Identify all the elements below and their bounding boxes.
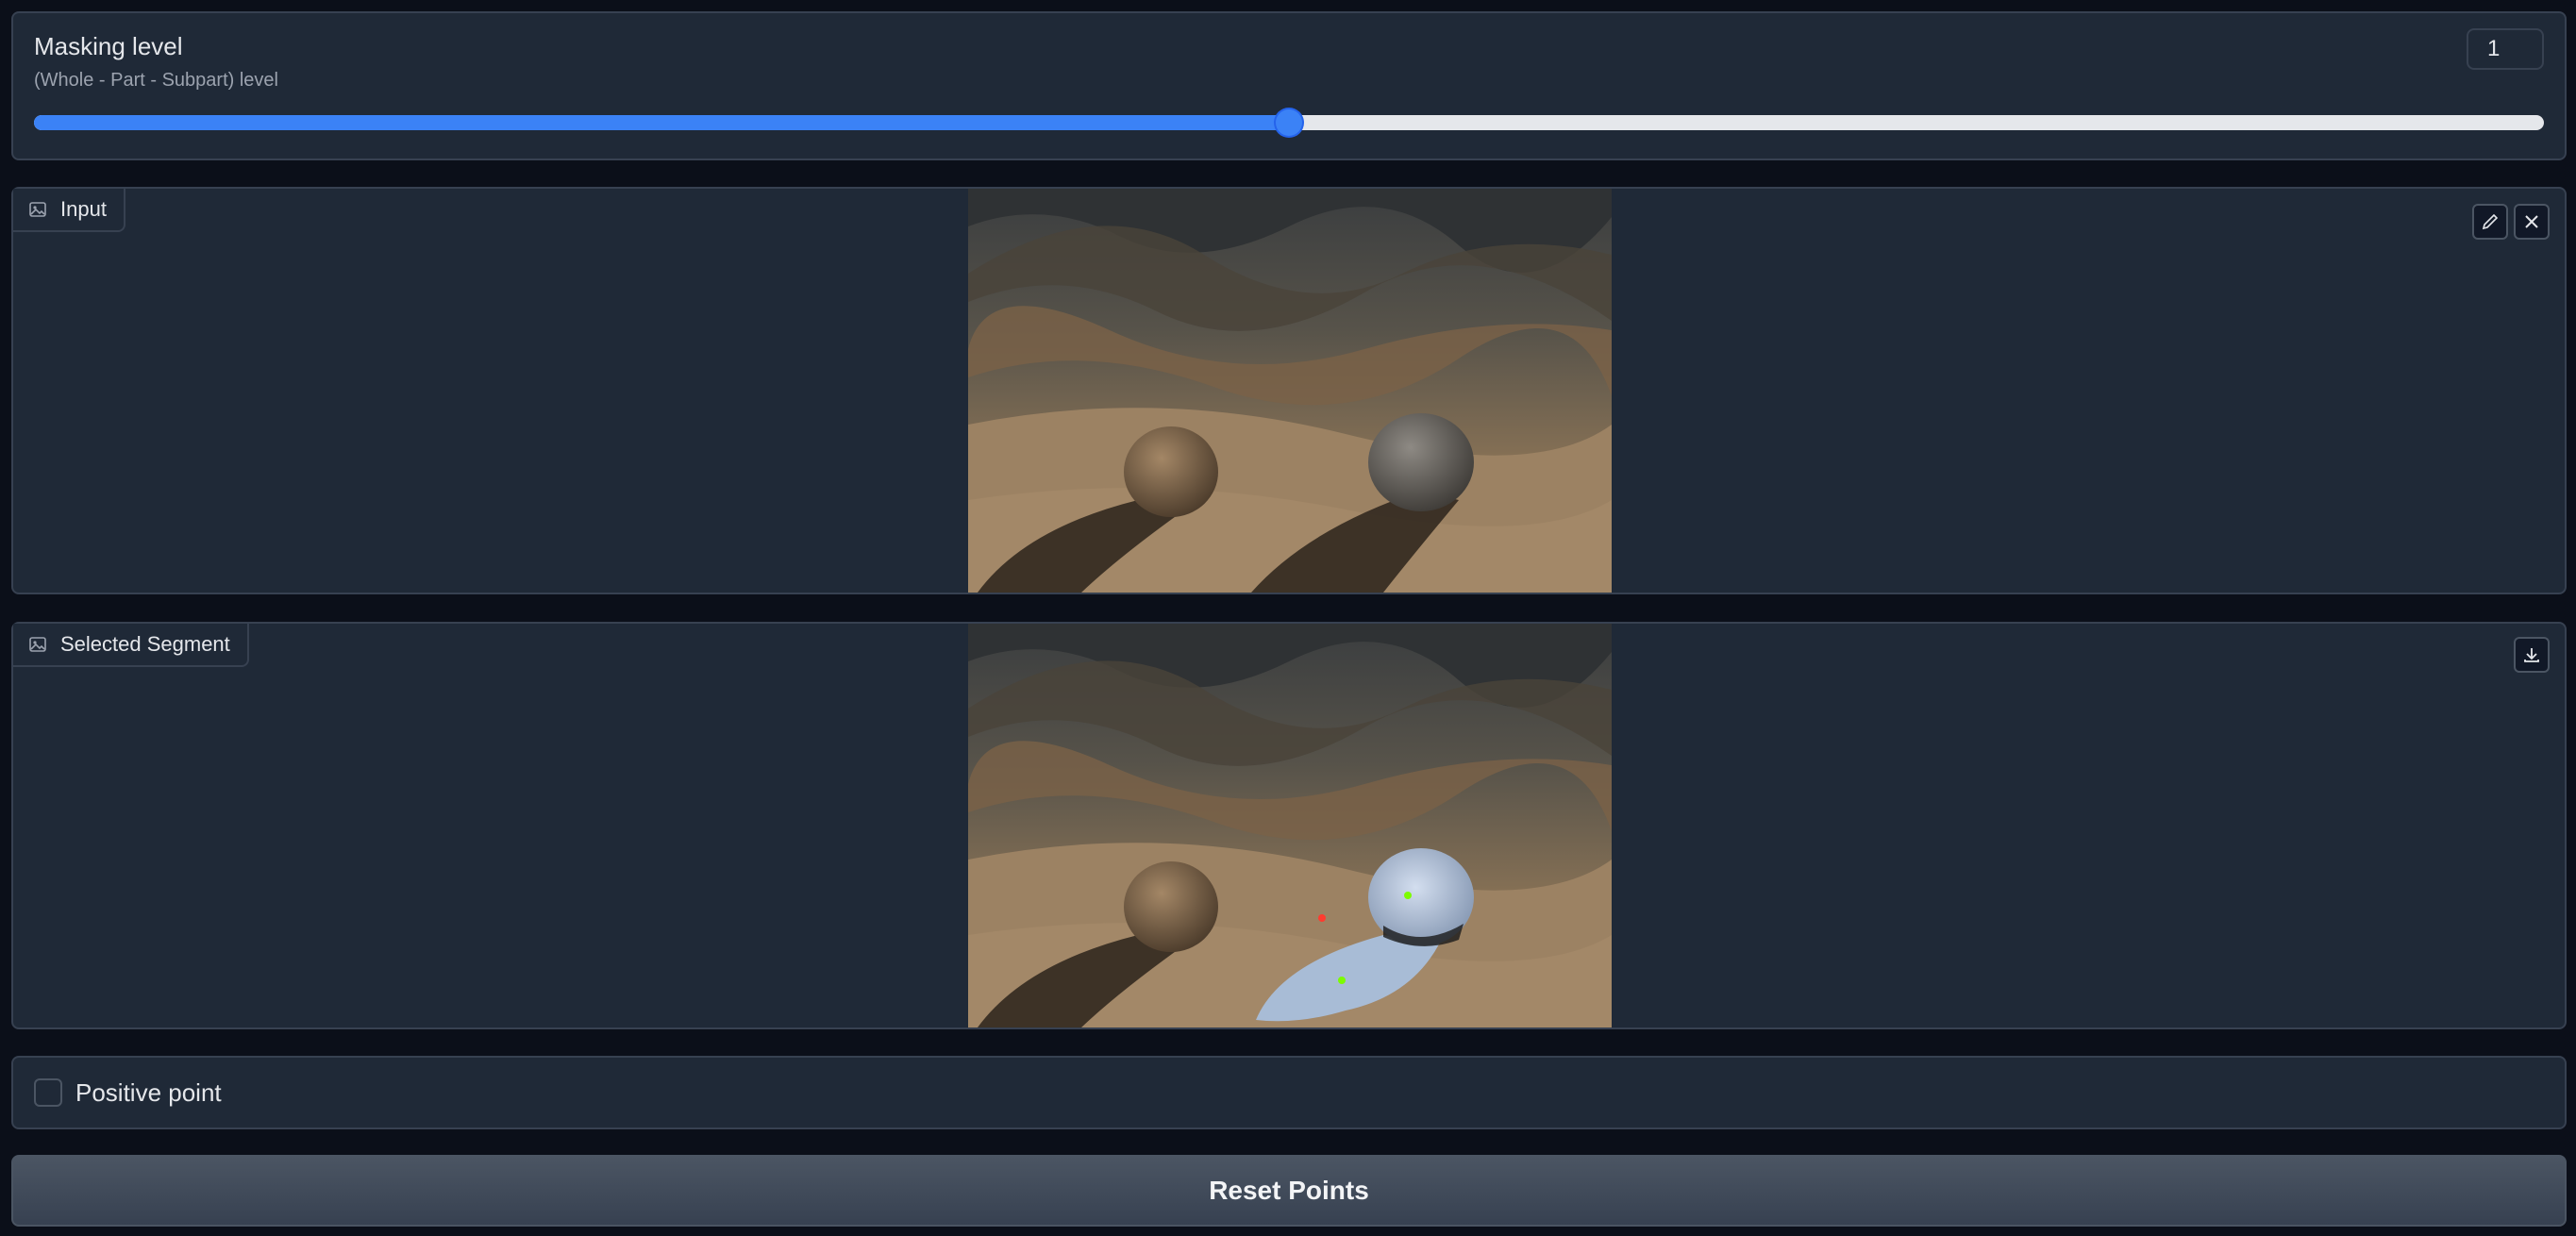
input-image-label-text: Input (60, 197, 107, 221)
edit-icon (2482, 213, 2499, 230)
slider-track-fill (34, 115, 1289, 130)
reset-points-button[interactable]: Reset Points (11, 1155, 2567, 1227)
input-image-panel: Input (11, 187, 2567, 594)
positive-point-marker (1338, 977, 1346, 984)
download-icon (2524, 648, 2539, 662)
positive-point-checkbox[interactable] (34, 1078, 62, 1107)
negative-point-marker (1318, 914, 1326, 922)
image-icon (29, 637, 46, 652)
segment-image-label-text: Selected Segment (60, 632, 230, 656)
slider-label: Masking level (34, 32, 183, 60)
slider-info: (Whole - Part - Subpart) level (34, 70, 278, 91)
positive-point-label: Positive point (75, 1078, 222, 1107)
positive-point-panel: Positive point (11, 1056, 2567, 1129)
close-icon (2525, 215, 2538, 228)
close-button[interactable] (2514, 204, 2550, 240)
input-scene-svg (968, 189, 1612, 593)
slider-value-input[interactable]: 1 (2467, 28, 2544, 70)
segment-image[interactable] (968, 624, 1612, 1027)
positive-point-marker (1404, 892, 1412, 899)
segment-image-label: Selected Segment (13, 624, 249, 667)
download-button[interactable] (2514, 637, 2550, 673)
masking-level-slider-panel: Masking level (Whole - Part - Subpart) l… (11, 11, 2567, 160)
input-image-label: Input (13, 189, 125, 232)
selected-segment-panel: Selected Segment (11, 622, 2567, 1029)
image-icon (29, 202, 46, 217)
slider-track[interactable] (34, 109, 2544, 136)
edit-button[interactable] (2472, 204, 2508, 240)
segment-scene-svg (968, 624, 1612, 1027)
slider-thumb[interactable] (1276, 109, 1302, 136)
input-image[interactable] (968, 189, 1612, 593)
